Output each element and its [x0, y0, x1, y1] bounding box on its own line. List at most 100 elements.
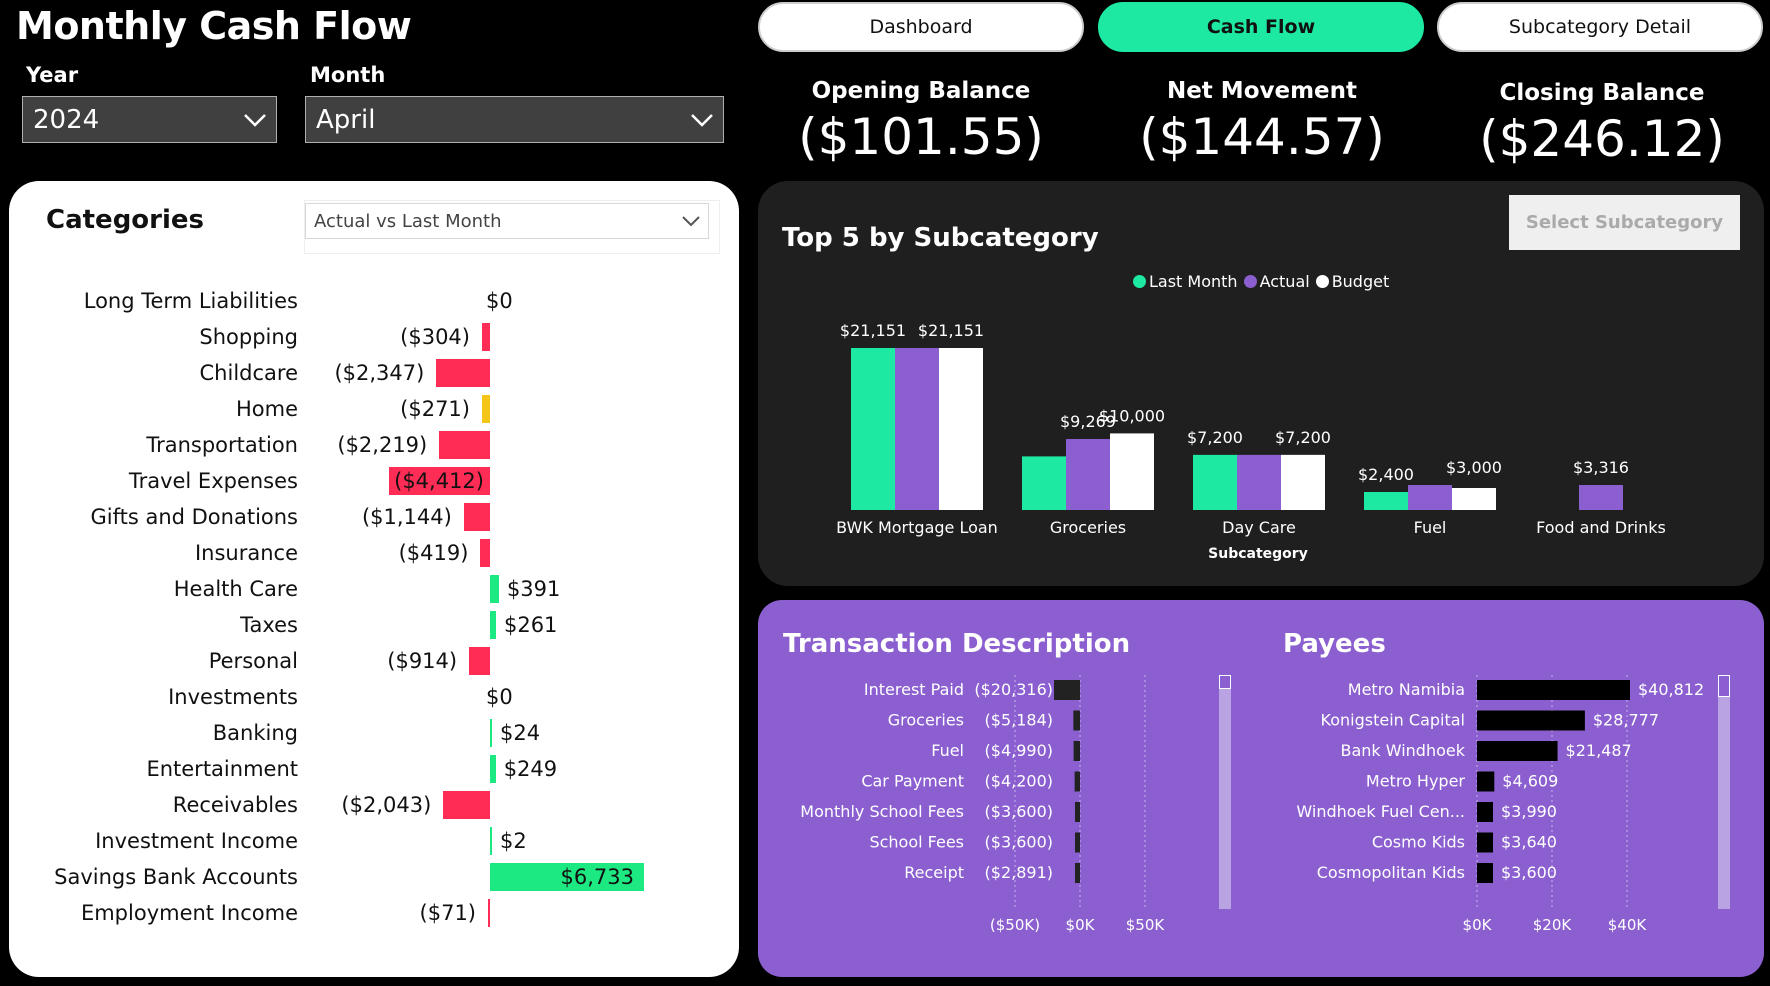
category-name: Employment Income — [80, 901, 298, 925]
transaction-value: ($3,600) — [985, 802, 1053, 821]
tab-subcategory-detail[interactable]: Subcategory Detail — [1437, 2, 1763, 52]
bar-budget[interactable] — [1452, 488, 1496, 510]
payee-label: Metro Hyper — [1366, 772, 1466, 791]
bar-last-month[interactable] — [1193, 454, 1237, 510]
category-name: Investments — [168, 685, 298, 709]
payees-scroll-thumb[interactable] — [1718, 675, 1730, 697]
transaction-value: ($20,316) — [974, 680, 1053, 699]
bar-last-month[interactable] — [1364, 492, 1408, 510]
transaction-bar[interactable] — [1075, 832, 1080, 853]
x-tick-label: $50K — [1126, 916, 1166, 934]
category-value: ($2,219) — [337, 433, 428, 457]
bar-value-label: $3,000 — [1446, 458, 1502, 477]
category-value: ($914) — [387, 649, 458, 673]
categories-panel: Categories Actual vs Last Month Long Ter… — [9, 181, 739, 977]
x-tick-label: $0K — [1066, 916, 1096, 934]
category-bar[interactable] — [482, 323, 490, 351]
closing-balance-label: Closing Balance — [1499, 80, 1705, 106]
bar-last-month[interactable] — [1022, 456, 1066, 510]
x-tick-label: ($50K) — [990, 916, 1040, 934]
bar-actual[interactable] — [1408, 485, 1452, 510]
category-name: Home — [235, 397, 298, 421]
transaction-bar[interactable] — [1074, 771, 1080, 792]
category-name: Shopping — [199, 325, 298, 349]
x-tick-label: $40K — [1608, 916, 1648, 934]
payee-bar[interactable] — [1477, 771, 1495, 792]
transaction-label: Interest Paid — [864, 680, 964, 699]
transaction-bar[interactable] — [1073, 710, 1080, 731]
tab-cash-flow[interactable]: Cash Flow — [1098, 2, 1424, 52]
payee-value: $40,812 — [1638, 680, 1704, 699]
transaction-bar[interactable] — [1073, 741, 1080, 761]
transaction-label: Fuel — [931, 741, 964, 760]
category-bar[interactable] — [436, 359, 490, 387]
tab-dashboard[interactable]: Dashboard — [758, 2, 1084, 52]
payee-value: $3,640 — [1501, 833, 1557, 852]
payee-bar[interactable] — [1477, 710, 1585, 731]
category-name: Savings Bank Accounts — [54, 865, 298, 889]
month-value: April — [316, 104, 376, 135]
bar-value-label: $3,316 — [1573, 458, 1629, 477]
category-bar[interactable] — [490, 755, 496, 783]
payee-bar[interactable] — [1477, 680, 1630, 700]
category-bar[interactable] — [490, 827, 492, 855]
category-bar[interactable] — [439, 431, 490, 459]
transaction-bar[interactable] — [1075, 863, 1080, 883]
category-bar[interactable] — [469, 647, 490, 675]
category-name: Personal — [208, 649, 298, 673]
transaction-scroll-thumb[interactable] — [1219, 675, 1231, 689]
category-bar[interactable] — [490, 575, 499, 603]
x-tick-label: $0K — [1463, 916, 1493, 934]
bar-last-month[interactable] — [851, 348, 895, 510]
bar-actual[interactable] — [1237, 454, 1281, 510]
category-bar[interactable] — [482, 395, 490, 423]
payee-value: $3,990 — [1501, 802, 1557, 821]
category-name: Banking — [212, 721, 298, 745]
category-value: ($4,412) — [394, 469, 484, 493]
bar-budget[interactable] — [1110, 433, 1154, 510]
payee-value: $28,777 — [1593, 711, 1659, 730]
category-bar[interactable] — [490, 719, 492, 747]
transaction-value: ($4,990) — [985, 741, 1053, 760]
month-label: Month — [310, 63, 386, 87]
x-tick-label: $20K — [1533, 916, 1573, 934]
transaction-value: ($4,200) — [985, 772, 1053, 791]
payee-label: Bank Windhoek — [1340, 741, 1465, 760]
details-charts: Interest Paid ($20,316) Groceries ($5,184) F… — [800, 675, 1704, 934]
bar-actual[interactable] — [895, 348, 939, 510]
category-bar[interactable] — [463, 503, 490, 531]
bar-budget[interactable] — [1281, 454, 1325, 510]
category-bar[interactable] — [480, 539, 490, 567]
transaction-bar[interactable] — [1075, 802, 1080, 822]
category-value: $0 — [486, 685, 513, 709]
bar-actual[interactable] — [1066, 439, 1110, 510]
transaction-label: Car Payment — [861, 772, 964, 791]
payee-bar[interactable] — [1477, 741, 1558, 761]
payee-bar[interactable] — [1477, 832, 1493, 853]
page-title: Monthly Cash Flow — [16, 4, 412, 48]
category-bar[interactable] — [488, 899, 490, 927]
transaction-label: School Fees — [869, 833, 964, 852]
category-name: Investment Income — [95, 829, 298, 853]
payee-bar[interactable] — [1477, 802, 1493, 822]
category-value: $0 — [486, 289, 513, 313]
category-value: ($304) — [400, 325, 470, 349]
category-bar[interactable] — [443, 791, 490, 819]
bar-actual[interactable] — [1579, 485, 1623, 510]
payee-value: $4,609 — [1502, 772, 1558, 791]
year-value: 2024 — [33, 104, 100, 135]
transaction-scrollbar[interactable] — [1219, 675, 1231, 909]
month-dropdown[interactable]: April — [305, 96, 724, 143]
payees-scrollbar[interactable] — [1718, 675, 1730, 909]
category-bar[interactable] — [490, 611, 496, 639]
chevron-down-icon — [244, 113, 266, 127]
payee-label: Konigstein Capital — [1321, 711, 1465, 730]
category-value: ($2,043) — [341, 793, 432, 817]
net-movement-label: Net Movement — [1166, 78, 1358, 104]
bar-budget[interactable] — [939, 348, 983, 510]
x-axis-title: Subcategory — [1208, 546, 1308, 562]
year-dropdown[interactable]: 2024 — [22, 96, 277, 143]
transaction-label: Groceries — [888, 711, 964, 730]
transaction-bar[interactable] — [1053, 680, 1080, 700]
payee-bar[interactable] — [1477, 863, 1493, 883]
